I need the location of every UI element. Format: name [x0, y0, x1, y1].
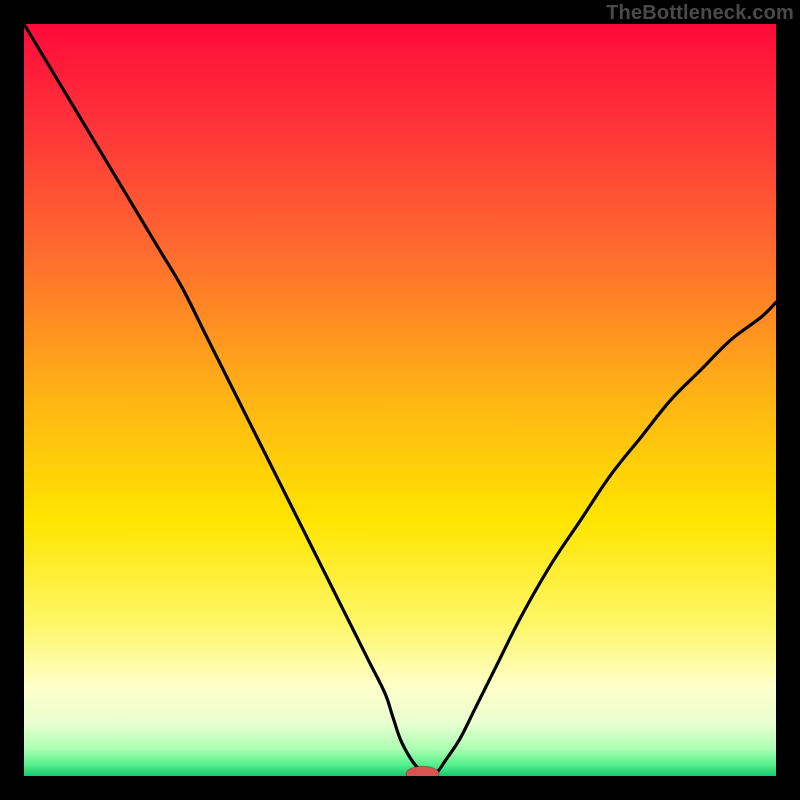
- chart-background: [24, 24, 776, 776]
- chart-frame: TheBottleneck.com: [0, 0, 800, 800]
- watermark-text: TheBottleneck.com: [606, 2, 794, 25]
- bottleneck-chart: [24, 24, 776, 776]
- chart-svg: [24, 24, 776, 776]
